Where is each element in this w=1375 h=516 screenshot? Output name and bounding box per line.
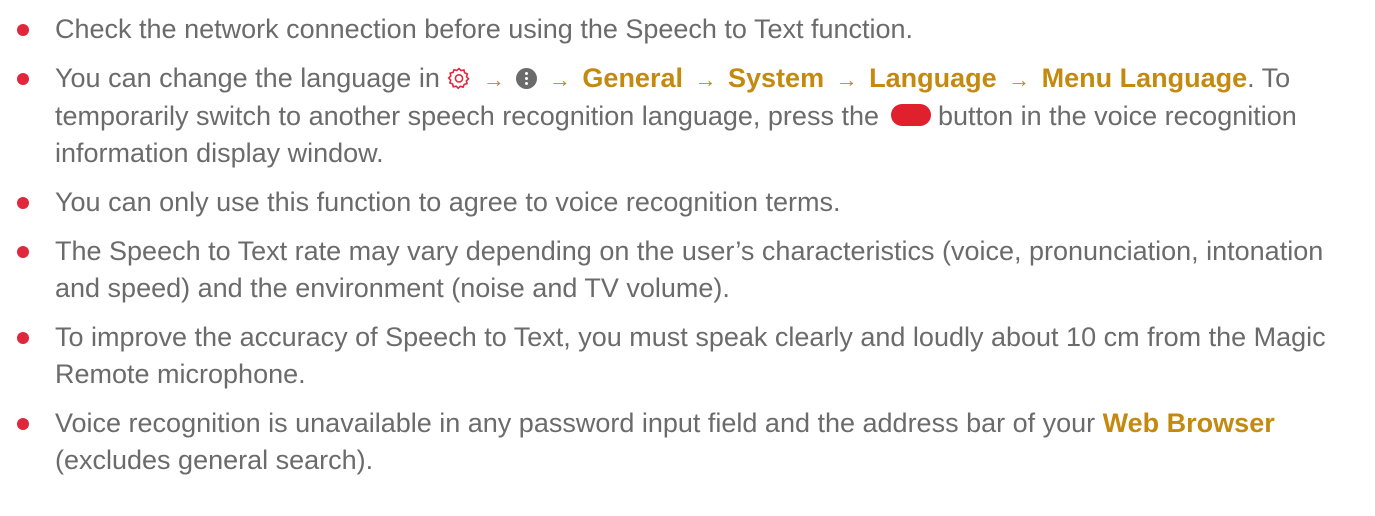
- path-arrow: →: [482, 67, 505, 92]
- note-text: Check the network connection before usin…: [55, 14, 914, 44]
- note-text: You can change the language in: [55, 63, 440, 93]
- menu-path-language: Language: [869, 63, 997, 93]
- list-item: Check the network connection before usin…: [0, 11, 1375, 48]
- red-button-icon: [890, 104, 931, 126]
- more-options-icon: [516, 68, 538, 89]
- list-item: To improve the accuracy of Speech to Tex…: [0, 319, 1375, 393]
- path-arrow: →: [694, 67, 717, 92]
- note-text: You can only use this function to agree …: [55, 187, 841, 217]
- bullet-icon: [17, 332, 29, 344]
- list-item: You can only use this function to agree …: [0, 184, 1375, 221]
- list-item: Voice recognition is unavailable in any …: [0, 405, 1375, 479]
- web-browser-link[interactable]: Web Browser: [1103, 408, 1275, 438]
- bullet-icon: [17, 73, 29, 85]
- menu-path-system: System: [728, 63, 825, 93]
- note-text: Voice recognition is unavailable in any …: [55, 408, 1096, 438]
- bullet-icon: [17, 246, 29, 258]
- path-arrow: →: [835, 67, 858, 92]
- notes-list: Check the network connection before usin…: [0, 0, 1375, 479]
- path-arrow: →: [548, 67, 571, 92]
- list-item: The Speech to Text rate may vary dependi…: [0, 233, 1375, 307]
- menu-path-menu-language: Menu Language: [1041, 63, 1248, 93]
- bullet-icon: [17, 197, 29, 209]
- bullet-icon: [17, 418, 29, 430]
- menu-path-general: General: [582, 63, 683, 93]
- note-text: The Speech to Text rate may vary dependi…: [55, 236, 1324, 303]
- note-text: To improve the accuracy of Speech to Tex…: [55, 322, 1326, 389]
- settings-gear-icon: [447, 67, 470, 90]
- bullet-icon: [17, 24, 29, 36]
- path-arrow: →: [1008, 67, 1031, 92]
- note-text: (excludes general search).: [55, 445, 374, 475]
- list-item: You can change the language in → → Gener…: [0, 60, 1375, 172]
